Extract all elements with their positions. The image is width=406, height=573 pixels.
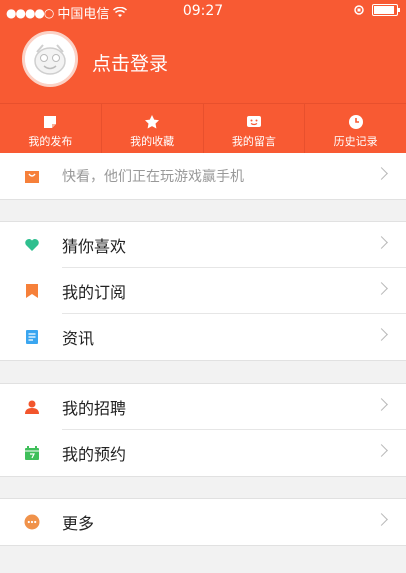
calendar-icon — [25, 446, 39, 460]
chevron-right-icon — [375, 328, 388, 341]
tab-label: 我的收藏 — [130, 134, 175, 148]
battery-icon — [372, 4, 400, 16]
menu-item-my-subscriptions[interactable]: 我的订阅 — [0, 268, 406, 314]
more-dots-icon — [24, 514, 40, 530]
profile-header: ●●●●○ 中国电信 09:27 点击登录 我的发布 我的收藏 我的留言 历史记… — [0, 0, 406, 154]
tab-my-favorites[interactable]: 我的收藏 — [102, 104, 204, 154]
menu-group-services: 我的招聘 我的预约 — [0, 383, 406, 477]
clock-icon — [348, 114, 363, 129]
menu-item-my-appointments[interactable]: 我的预约 — [0, 430, 406, 476]
chevron-right-icon — [375, 282, 388, 295]
tab-label: 我的发布 — [28, 134, 73, 148]
star-icon — [145, 114, 160, 128]
promo-text: 快看，他们正在玩游戏赢手机 — [62, 169, 244, 185]
tab-label: 历史记录 — [333, 134, 378, 148]
menu-item-more[interactable]: 更多 — [0, 499, 406, 545]
avatar[interactable] — [22, 31, 78, 87]
bookmark-icon — [26, 284, 38, 298]
tab-my-messages[interactable]: 我的留言 — [204, 104, 306, 154]
post-icon — [44, 115, 57, 128]
menu-item-label: 我的招聘 — [62, 399, 127, 418]
chevron-right-icon — [375, 398, 388, 411]
document-icon — [26, 330, 38, 344]
promo-section: 快看，他们正在玩游戏赢手机 — [0, 153, 406, 200]
menu-group-more: 更多 — [0, 498, 406, 546]
chevron-right-icon — [375, 513, 388, 526]
chevron-right-icon — [375, 236, 388, 249]
person-icon — [25, 400, 39, 414]
status-bar: ●●●●○ 中国电信 09:27 — [0, 0, 406, 22]
menu-item-label: 更多 — [62, 514, 95, 533]
rotation-lock-icon — [354, 5, 364, 15]
message-icon — [246, 115, 261, 127]
menu-group-discovery: 猜你喜欢 我的订阅 资讯 — [0, 221, 406, 361]
menu-item-label: 我的订阅 — [62, 283, 127, 302]
menu-item-label: 猜你喜欢 — [62, 237, 127, 256]
heart-icon — [25, 239, 39, 251]
shopping-bag-icon — [25, 171, 39, 183]
default-avatar-icon — [25, 34, 75, 84]
profile-tabs: 我的发布 我的收藏 我的留言 历史记录 — [0, 103, 406, 154]
tab-label: 我的留言 — [231, 134, 276, 148]
menu-item-label: 资讯 — [62, 329, 95, 348]
tab-history[interactable]: 历史记录 — [305, 104, 406, 154]
menu-item-label: 我的预约 — [62, 445, 127, 464]
clock-time: 09:27 — [182, 3, 224, 19]
tab-my-posts[interactable]: 我的发布 — [0, 104, 102, 154]
menu-item-my-recruitment[interactable]: 我的招聘 — [0, 384, 406, 430]
menu-item-guess-you-like[interactable]: 猜你喜欢 — [0, 222, 406, 268]
login-link[interactable]: 点击登录 — [92, 49, 168, 76]
chevron-right-icon — [375, 444, 388, 457]
chevron-right-icon — [375, 167, 388, 180]
menu-item-news[interactable]: 资讯 — [0, 314, 406, 360]
promo-banner[interactable]: 快看，他们正在玩游戏赢手机 — [0, 153, 406, 199]
